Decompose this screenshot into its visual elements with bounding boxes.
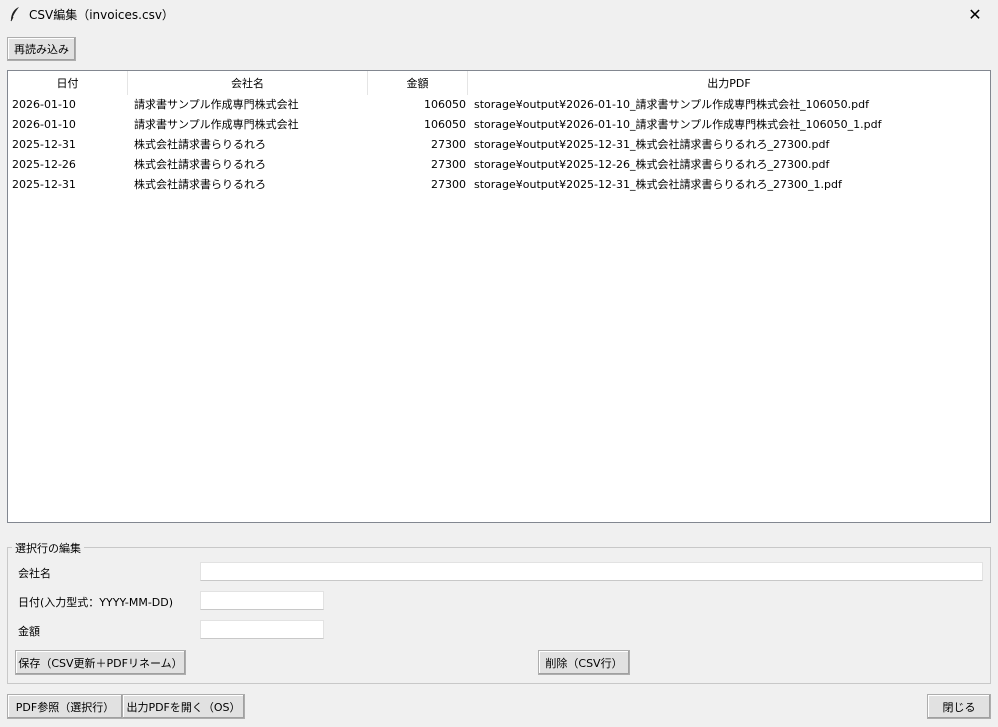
cell-company: 請求書サンプル作成専門株式会社	[134, 98, 299, 111]
table-row[interactable]: 2026-01-10 請求書サンプル作成専門株式会社 106050 storag…	[8, 115, 990, 135]
column-header-pdf[interactable]: 出力PDF	[468, 71, 990, 95]
pdf-reference-button[interactable]: PDF参照（選択行）	[7, 694, 123, 719]
cell-date: 2026-01-10	[12, 98, 76, 111]
cell-pdf: storage¥output¥2025-12-31_株式会社請求書らりるれろ_2…	[474, 178, 842, 191]
cell-amount: 27300	[431, 158, 466, 171]
cell-amount: 106050	[424, 118, 466, 131]
column-header-amount[interactable]: 金額	[368, 71, 468, 95]
table-row[interactable]: 2026-01-10 請求書サンプル作成専門株式会社 106050 storag…	[8, 95, 990, 115]
edit-group-legend: 選択行の編集	[12, 540, 84, 556]
invoice-table[interactable]: 日付 会社名 金額 出力PDF 2026-01-10 請求書サンプル作成専門株式…	[7, 70, 991, 523]
amount-input[interactable]	[200, 620, 324, 639]
column-header-company[interactable]: 会社名	[128, 71, 368, 95]
close-window-button[interactable]: ✕	[952, 0, 998, 28]
date-input[interactable]	[200, 591, 324, 610]
cell-company: 株式会社請求書らりるれろ	[134, 178, 266, 191]
table-row[interactable]: 2025-12-31 株式会社請求書らりるれろ 27300 storage¥ou…	[8, 175, 990, 195]
cell-pdf: storage¥output¥2025-12-26_株式会社請求書らりるれろ_2…	[474, 158, 830, 171]
table-row[interactable]: 2025-12-31 株式会社請求書らりるれろ 27300 storage¥ou…	[8, 135, 990, 155]
cell-date: 2026-01-10	[12, 118, 76, 131]
window-title: CSV編集（invoices.csv）	[29, 8, 174, 22]
close-icon: ✕	[968, 4, 982, 24]
cell-company: 株式会社請求書らりるれろ	[134, 138, 266, 151]
date-label: 日付(入力型式：YYYY-MM-DD)	[18, 596, 174, 609]
cell-pdf: storage¥output¥2025-12-31_株式会社請求書らりるれろ_2…	[474, 138, 830, 151]
cell-company: 請求書サンプル作成専門株式会社	[134, 118, 299, 131]
reload-button[interactable]: 再読み込み	[7, 37, 76, 61]
company-label: 会社名	[18, 567, 51, 580]
open-pdf-button[interactable]: 出力PDFを開く（OS）	[122, 694, 245, 719]
cell-company: 株式会社請求書らりるれろ	[134, 158, 266, 171]
company-input[interactable]	[200, 562, 983, 581]
cell-pdf: storage¥output¥2026-01-10_請求書サンプル作成専門株式会…	[474, 118, 882, 131]
save-button[interactable]: 保存（CSV更新＋PDFリネーム）	[15, 650, 186, 675]
table-header: 日付 会社名 金額 出力PDF	[8, 71, 990, 95]
cell-amount: 27300	[431, 138, 466, 151]
title-bar: CSV編集（invoices.csv） ✕	[0, 0, 998, 28]
table-row[interactable]: 2025-12-26 株式会社請求書らりるれろ 27300 storage¥ou…	[8, 155, 990, 175]
close-button[interactable]: 閉じる	[927, 694, 991, 719]
cell-date: 2025-12-31	[12, 178, 76, 191]
column-header-date[interactable]: 日付	[8, 71, 128, 95]
cell-amount: 106050	[424, 98, 466, 111]
feather-icon	[10, 7, 19, 22]
amount-label: 金額	[18, 625, 40, 638]
cell-amount: 27300	[431, 178, 466, 191]
delete-row-button[interactable]: 削除（CSV行）	[538, 650, 630, 675]
cell-date: 2025-12-26	[12, 158, 76, 171]
cell-date: 2025-12-31	[12, 138, 76, 151]
cell-pdf: storage¥output¥2026-01-10_請求書サンプル作成専門株式会…	[474, 98, 869, 111]
